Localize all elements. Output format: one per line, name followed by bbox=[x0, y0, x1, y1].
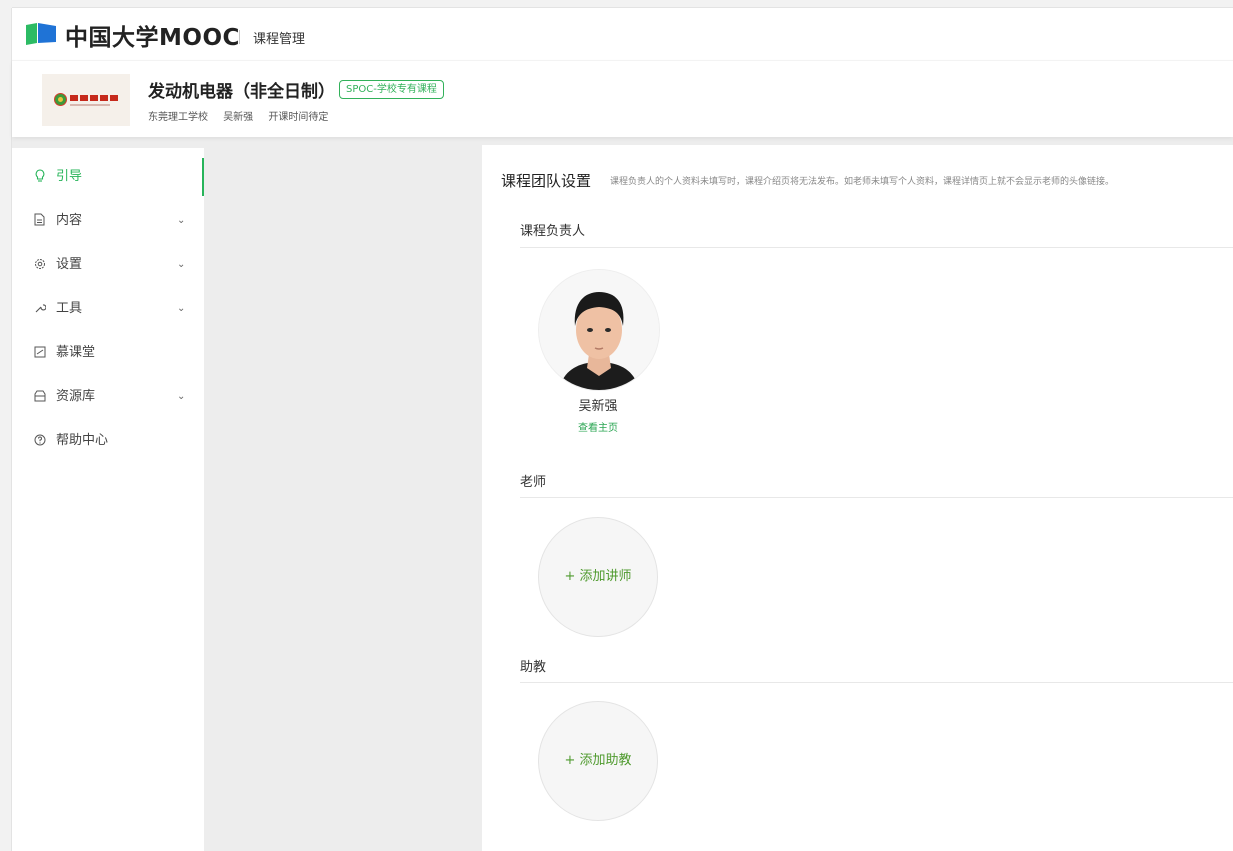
sidebar-item-label: 慕课堂 bbox=[56, 345, 96, 360]
school-logo bbox=[42, 74, 130, 126]
chevron-down-icon: ⌄ bbox=[177, 215, 186, 226]
add-assistant-button[interactable]: + 添加助教 bbox=[538, 701, 658, 821]
top-navigation-bar: 中国大学MOOC 课程管理 bbox=[12, 8, 1233, 60]
section-hint: 课程负责人的个人资料未填写时，课程介绍页将无法发布。如老师未填写个人资料，课程详… bbox=[610, 177, 1115, 187]
section-divider bbox=[520, 497, 1233, 498]
course-header: 发动机电器（非全日制） SPOC-学校专有课程 东莞理工学校 吴新强 开课时间待… bbox=[12, 60, 1233, 137]
sidebar-item-label: 资源库 bbox=[56, 389, 96, 404]
sidebar-item-tools[interactable]: 工具 ⌄ bbox=[12, 291, 204, 327]
sidebar-item-guide[interactable]: 引导 bbox=[12, 159, 204, 195]
gear-icon bbox=[34, 247, 46, 283]
chevron-down-icon: ⌄ bbox=[177, 303, 186, 314]
sidebar-item-settings[interactable]: 设置 ⌄ bbox=[12, 247, 204, 283]
logo-separator bbox=[239, 30, 240, 44]
chevron-down-icon: ⌄ bbox=[177, 391, 186, 402]
sidebar-item-label: 内容 bbox=[56, 213, 83, 228]
view-homepage-link[interactable]: 查看主页 bbox=[538, 419, 658, 434]
sidebar-item-help[interactable]: 帮助中心 bbox=[12, 423, 204, 459]
course-schedule: 开课时间待定 bbox=[268, 112, 329, 123]
course-school: 东莞理工学校 bbox=[148, 112, 208, 123]
teacher-section-title: 老师 bbox=[520, 475, 547, 490]
sidebar-item-label: 引导 bbox=[56, 169, 83, 184]
owner-section-title: 课程负责人 bbox=[520, 224, 586, 239]
sidebar: 引导 内容 ⌄ 设置 ⌄ 工具 ⌄ 慕课堂 资源库 ⌄ 帮助中心 bbox=[12, 148, 204, 851]
sidebar-item-content[interactable]: 内容 ⌄ bbox=[12, 203, 204, 239]
lightbulb-icon bbox=[34, 159, 46, 195]
school-seal-icon bbox=[54, 93, 67, 106]
team-settings-panel: 课程团队设置 课程负责人的个人资料未填写时，课程介绍页将无法发布。如老师未填写个… bbox=[482, 145, 1233, 851]
assistant-section-title: 助教 bbox=[520, 660, 547, 675]
section-divider bbox=[520, 682, 1233, 683]
section-divider bbox=[520, 247, 1233, 248]
school-name-calligraphy bbox=[70, 95, 118, 101]
course-type-badge: SPOC-学校专有课程 bbox=[339, 80, 444, 99]
sidebar-item-label: 工具 bbox=[56, 301, 83, 316]
page-title: 课程管理 bbox=[253, 32, 306, 47]
chevron-down-icon: ⌄ bbox=[177, 259, 186, 270]
site-logo-text[interactable]: 中国大学MOOC bbox=[65, 18, 240, 52]
course-teacher: 吴新强 bbox=[223, 112, 254, 123]
section-title: 课程团队设置 bbox=[501, 172, 592, 190]
course-meta: 东莞理工学校 吴新强 开课时间待定 bbox=[148, 108, 340, 123]
owner-name: 吴新强 bbox=[578, 399, 618, 414]
mooc-logo-icon[interactable] bbox=[26, 23, 56, 45]
person-photo-icon bbox=[539, 270, 659, 390]
wrench-icon bbox=[34, 291, 47, 327]
sidebar-item-label: 帮助中心 bbox=[56, 433, 109, 448]
sidebar-item-mooc-classroom[interactable]: 慕课堂 bbox=[12, 335, 204, 371]
owner-avatar[interactable] bbox=[538, 269, 660, 391]
box-icon bbox=[34, 379, 46, 415]
active-indicator bbox=[202, 158, 204, 196]
classroom-icon bbox=[34, 335, 46, 371]
help-icon bbox=[34, 423, 46, 459]
document-icon bbox=[34, 203, 45, 239]
add-teacher-button[interactable]: + 添加讲师 bbox=[538, 517, 658, 637]
school-subtitle-mark bbox=[70, 104, 110, 106]
sidebar-item-resources[interactable]: 资源库 ⌄ bbox=[12, 379, 204, 415]
sidebar-item-label: 设置 bbox=[56, 257, 83, 272]
course-name: 发动机电器（非全日制） bbox=[148, 82, 335, 102]
